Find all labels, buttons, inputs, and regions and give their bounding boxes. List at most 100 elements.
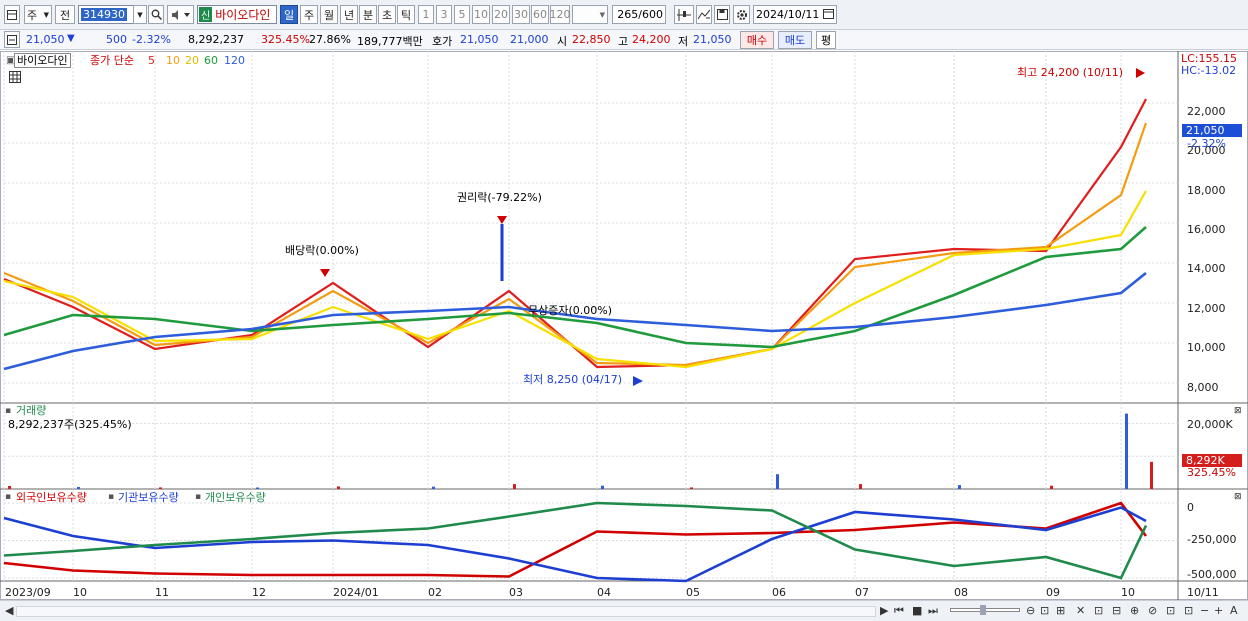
drawing-tool-icon[interactable] [696,5,712,24]
volume-bar [513,484,516,489]
open-price: 22,850 [572,33,611,46]
high-label: 고 [618,35,629,48]
period-select[interactable]: 주 ▼ [24,5,52,24]
toggle-icon[interactable] [4,31,20,48]
legend-institution: 기관보유수량 [118,491,179,504]
x-tick-02: 02 [428,586,442,599]
current-price: 21,050 [26,33,65,46]
stock-name-field[interactable]: 신 바이오다인 [197,5,277,24]
legend-individual: 개인보유수량 [205,491,266,504]
scroll-first-icon[interactable]: ⏮ [894,604,904,618]
plus-icon[interactable]: + [1214,604,1223,617]
chart-area[interactable]: ▣ 바이오다인 종가 단순 5 10 20 60 120 LC:155.15 H… [0,51,1248,600]
chart-canvas[interactable] [0,51,1248,600]
high-price: 24,200 [632,33,671,46]
zoom-box-icon[interactable]: ⊞ [1056,604,1065,617]
volume-panel-icon[interactable]: ▪ [5,405,11,418]
search-icon[interactable] [148,5,164,24]
volume-bar [1125,413,1128,489]
interval-second[interactable]: 초 [378,5,396,24]
volume-bar [776,474,779,489]
crosshair-icon[interactable] [674,5,694,24]
chart-frame [0,51,1248,600]
bar-count-field[interactable]: 265/600 [612,5,666,24]
scroll-last-icon[interactable]: ⏭ [928,604,938,618]
volume-current-pct: 325.45% [1187,466,1236,479]
fit-icon[interactable]: ⊡ [1040,604,1049,617]
zoom-slider-thumb[interactable] [980,605,986,615]
x-tick-2024-01: 2024/01 [333,586,379,599]
x-tick-06: 06 [772,586,786,599]
step-120[interactable]: 120 [550,5,571,24]
tool-7-icon[interactable]: ⊡ [1184,604,1193,617]
holding-y-0: 0 [1187,501,1194,514]
chart-type-icon[interactable] [4,5,20,24]
volume-bar [432,486,435,489]
quote-bar: 21,050 ▼ 500 -2.32% 8,292,237 325.45% 27… [0,30,1248,50]
step-30[interactable]: 30 [512,5,530,24]
gear-icon[interactable] [733,5,750,24]
volume-pct: 325.45% [261,33,310,46]
x-tick-2023-09: 2023/09 [5,586,51,599]
minus-icon[interactable]: − [1200,604,1209,617]
scroll-left-icon[interactable]: ◀ [5,604,13,617]
speaker-icon[interactable] [167,5,194,24]
period-value: 주 [27,8,38,22]
volume-panel-close-icon[interactable]: ⊠ [1234,405,1242,418]
volume-bar [8,486,11,489]
flat-button[interactable]: 평 [816,31,836,49]
tool-1-icon[interactable]: ✕ [1076,604,1085,617]
low-marker [633,376,643,386]
step-20[interactable]: 20 [492,5,510,24]
step-3[interactable]: 3 [436,5,452,24]
tool-2-icon[interactable]: ⊡ [1094,604,1103,617]
tool-5-icon[interactable]: ⊘ [1148,604,1157,617]
date-input[interactable]: 2024/10/11 [753,5,837,24]
step-1[interactable]: 1 [418,5,434,24]
x-tick-04: 04 [597,586,611,599]
step-5[interactable]: 5 [454,5,470,24]
scroll-right-icon[interactable]: ▶ [880,604,888,617]
rights-annotation: 권리락(-79.22%) [457,191,542,204]
ma-title: 종가 단순 [90,54,134,67]
step-10[interactable]: 10 [472,5,490,24]
step-dropdown[interactable]: ▼ [572,5,608,24]
step-60[interactable]: 60 [531,5,549,24]
calendar-icon[interactable] [823,8,834,22]
prev-button[interactable]: 전 [55,5,75,24]
holding-panel-close-icon[interactable]: ⊠ [1234,491,1242,504]
holding-y-500k: -500,000 [1187,568,1237,581]
legend-institution-icon: ▪ [108,492,115,502]
interval-year[interactable]: 년 [340,5,358,24]
tool-6-icon[interactable]: ⊡ [1166,604,1175,617]
interval-week[interactable]: 주 [300,5,318,24]
open-label: 시 [557,35,568,48]
holding-y-250k: -250,000 [1187,533,1237,546]
tool-4-icon[interactable]: ⊕ [1130,604,1139,617]
x-tick-09: 09 [1046,586,1060,599]
interval-day[interactable]: 일 [280,5,298,24]
interval-month[interactable]: 월 [320,5,338,24]
chevron-down-icon: ▼ [43,10,49,19]
interval-tick[interactable]: 틱 [397,5,415,24]
code-dropdown-chevron-icon[interactable]: ▼ [133,5,147,24]
volume-bar [159,487,162,489]
legend-foreign: 외국인보유수량 [16,491,87,504]
buy-button[interactable]: 매수 [740,31,774,49]
sell-button[interactable]: 매도 [778,31,812,49]
tool-3-icon[interactable]: ⊟ [1112,604,1121,617]
y-tick-8000: 8,000 [1187,381,1219,394]
scroll-track[interactable] [16,606,876,617]
scroll-stop-icon[interactable]: ■ [912,604,922,617]
y-tick-18000: 18,000 [1187,184,1226,197]
y-tick-10000: 10,000 [1187,341,1226,354]
volume-bar [1150,461,1153,489]
stock-code-value: 314930 [81,8,127,21]
save-icon[interactable] [714,5,730,24]
zoom-out-icon[interactable]: ⊖ [1026,604,1035,617]
interval-minute[interactable]: 분 [359,5,377,24]
holding-panel-icon[interactable]: ▪ [5,491,11,504]
font-size-icon[interactable]: A [1230,604,1238,617]
down-arrow-icon: ▼ [67,33,75,44]
volume-axis-top: 20,000K [1187,418,1233,431]
